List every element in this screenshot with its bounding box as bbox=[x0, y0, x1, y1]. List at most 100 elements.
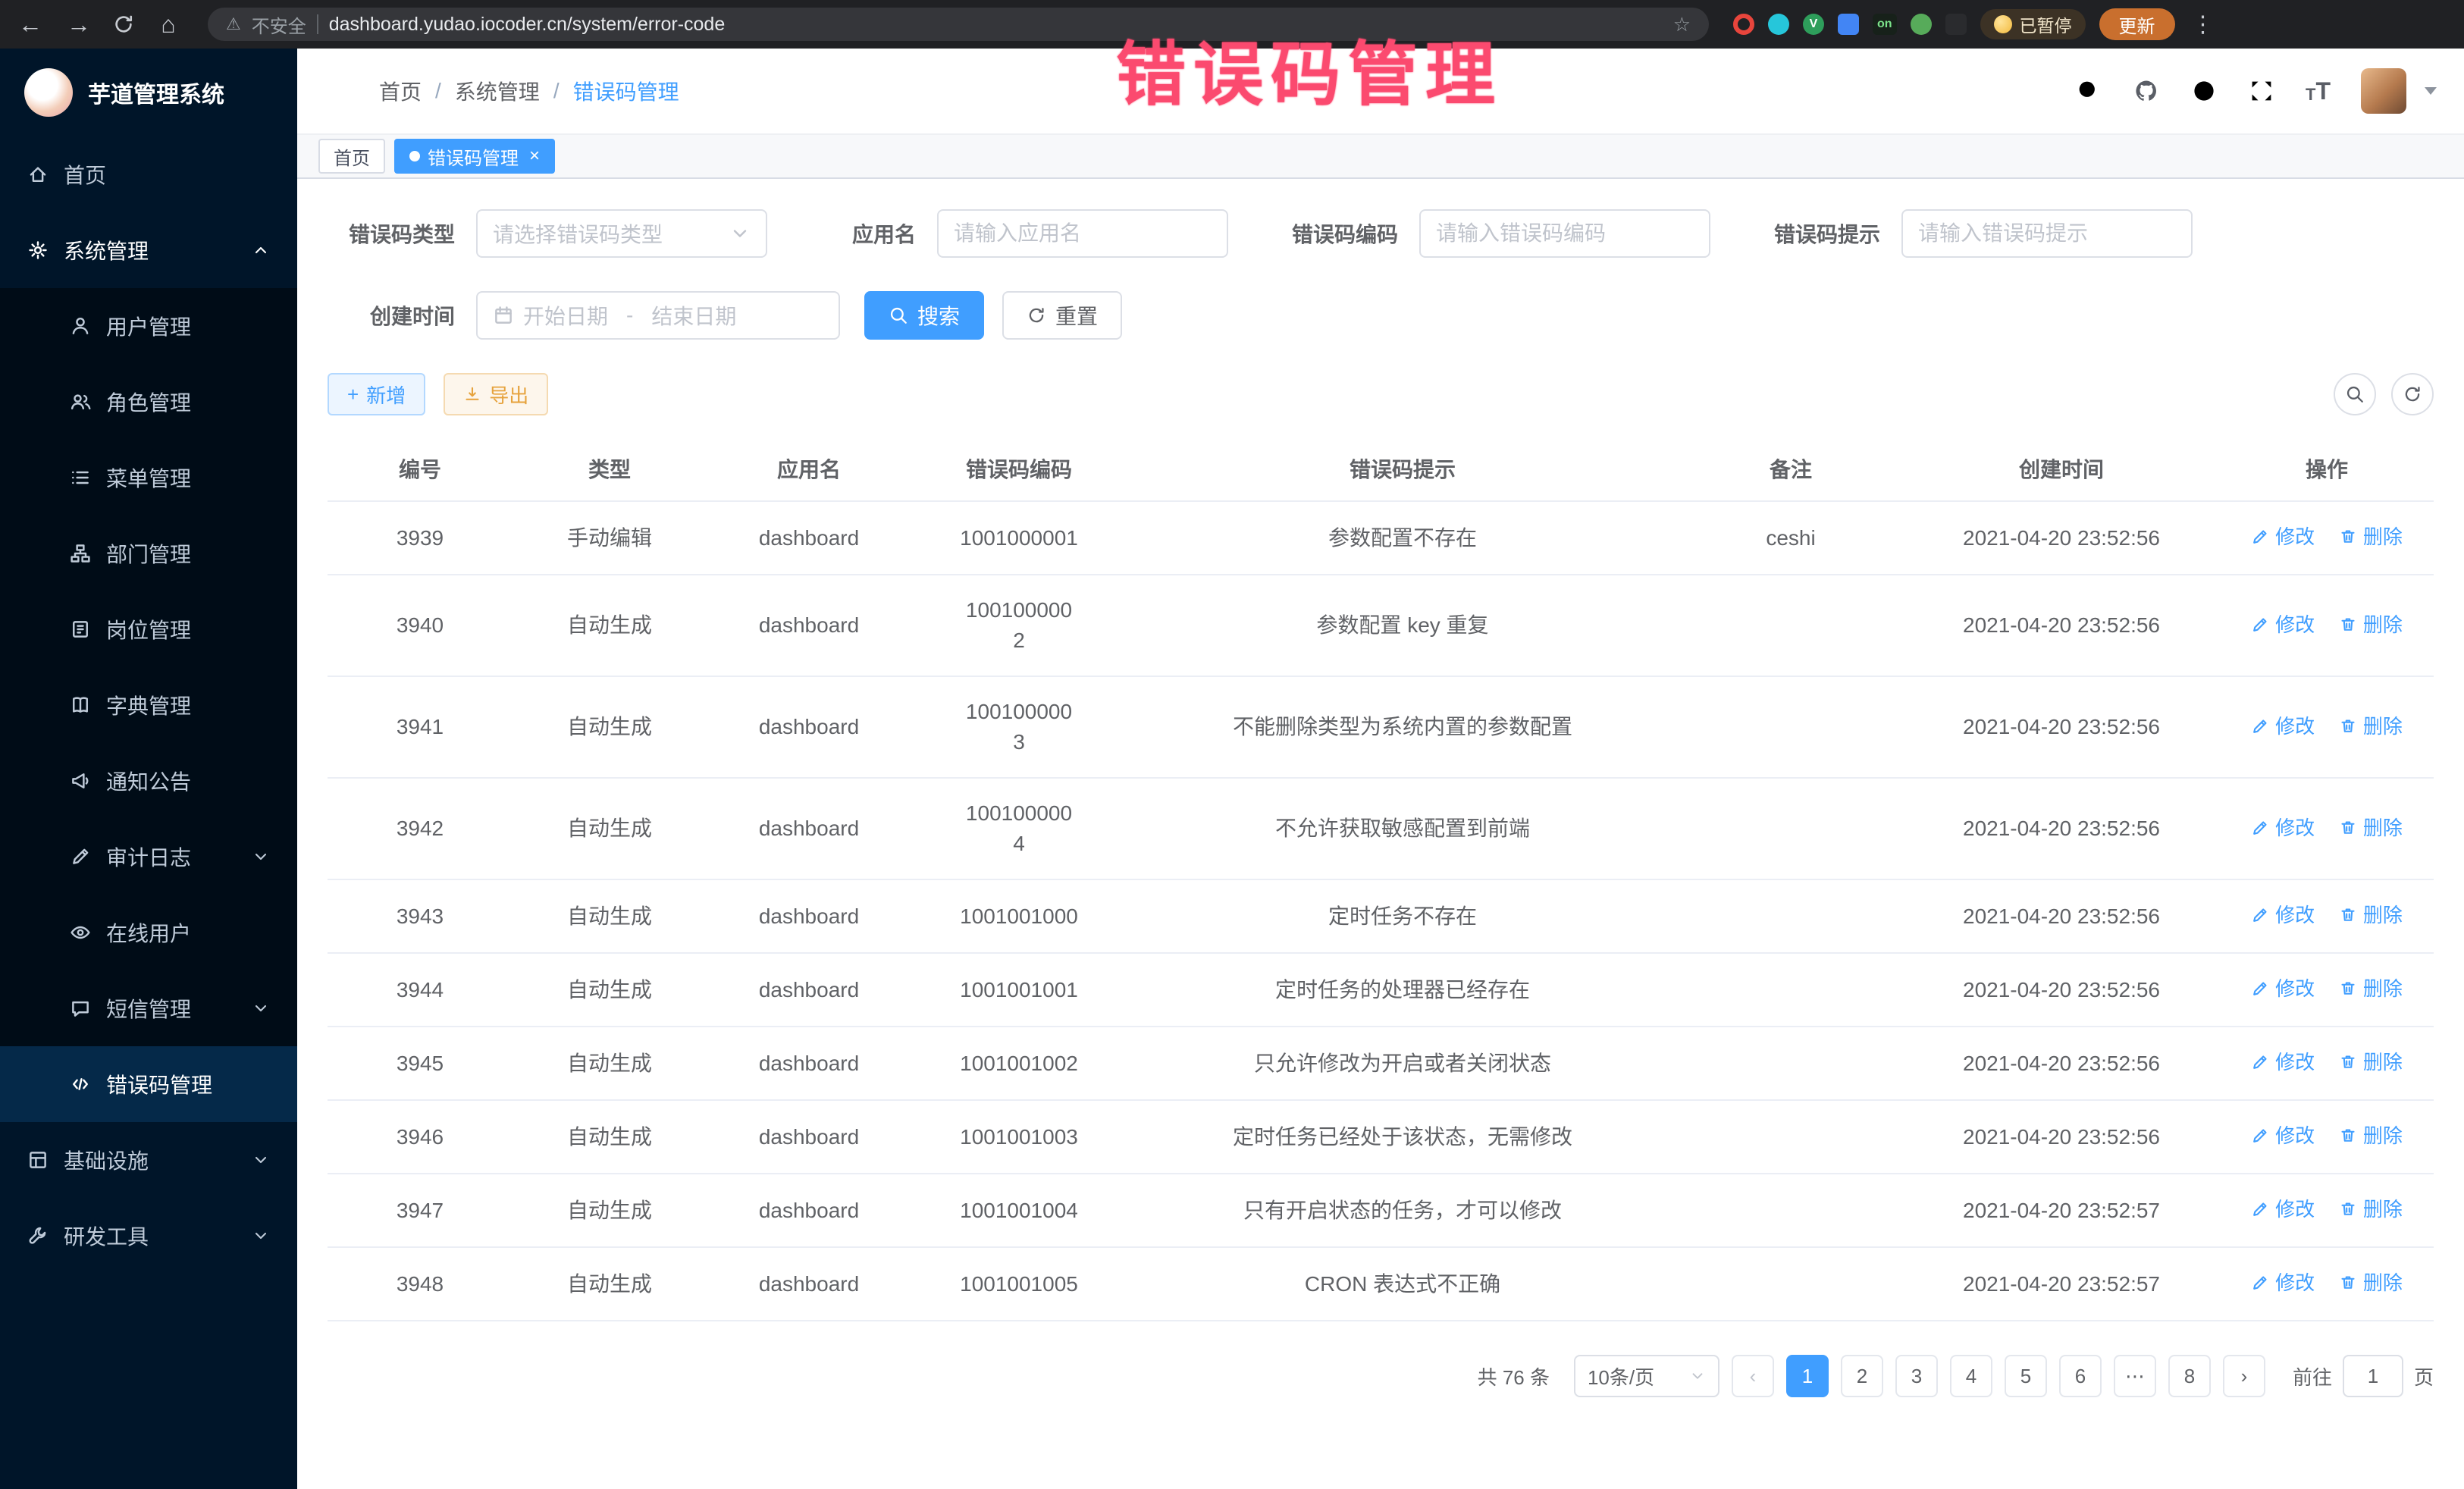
extension-icon-4[interactable] bbox=[1838, 14, 1859, 35]
help-icon[interactable] bbox=[2190, 77, 2218, 105]
page-button-8[interactable]: 8 bbox=[2168, 1355, 2211, 1397]
cell-time: 2021-04-20 23:52:57 bbox=[1903, 1174, 2220, 1247]
error-hint-input[interactable] bbox=[1918, 221, 2176, 246]
sidebar-item-announcements[interactable]: 通知公告 bbox=[0, 743, 297, 819]
page-button-4[interactable]: 4 bbox=[1950, 1355, 1992, 1397]
sidebar-item-positions[interactable]: 岗位管理 bbox=[0, 591, 297, 667]
col-actions: 操作 bbox=[2220, 437, 2434, 501]
extension-icon-3[interactable]: V bbox=[1803, 14, 1824, 35]
sidebar-item-departments[interactable]: 部门管理 bbox=[0, 516, 297, 591]
search-icon[interactable] bbox=[2075, 77, 2102, 105]
sidebar-item-audit-logs[interactable]: 审计日志 bbox=[0, 819, 297, 895]
col-type: 类型 bbox=[513, 437, 707, 501]
page-button-5[interactable]: 5 bbox=[2005, 1355, 2047, 1397]
next-page-button[interactable]: › bbox=[2223, 1355, 2265, 1397]
url-text[interactable]: dashboard.yudao.iocoder.cn/system/error-… bbox=[329, 14, 1663, 36]
avatar[interactable] bbox=[2361, 68, 2406, 114]
browser-menu-icon[interactable]: ⋮ bbox=[2192, 11, 2215, 38]
edit-link[interactable]: 修改 bbox=[2251, 1194, 2315, 1224]
edit-link[interactable]: 修改 bbox=[2251, 973, 2315, 1004]
delete-link[interactable]: 删除 bbox=[2339, 900, 2403, 930]
cell-type: 自动生成 bbox=[513, 778, 707, 879]
reload-icon[interactable] bbox=[112, 13, 135, 36]
sidebar-item-menus[interactable]: 菜单管理 bbox=[0, 440, 297, 516]
extension-icon-7[interactable] bbox=[1945, 14, 1967, 35]
extension-icon-6[interactable] bbox=[1911, 14, 1932, 35]
add-button[interactable]: + 新增 bbox=[328, 373, 425, 415]
tab-home[interactable]: 首页 bbox=[318, 139, 385, 174]
delete-link[interactable]: 删除 bbox=[2339, 973, 2403, 1004]
delete-link[interactable]: 删除 bbox=[2339, 1268, 2403, 1298]
app-name-input[interactable] bbox=[954, 221, 1212, 246]
github-icon[interactable] bbox=[2133, 77, 2160, 105]
delete-link[interactable]: 删除 bbox=[2339, 813, 2403, 843]
cell-remark bbox=[1679, 953, 1903, 1027]
page-button-1[interactable]: 1 bbox=[1786, 1355, 1829, 1397]
sidebar-item-home[interactable]: 首页 bbox=[0, 136, 297, 212]
fullscreen-icon[interactable] bbox=[2248, 77, 2275, 105]
tab-error-codes[interactable]: 错误码管理 × bbox=[394, 139, 555, 174]
search-button[interactable]: 搜索 bbox=[864, 291, 984, 340]
sidebar-item-error-codes[interactable]: 错误码管理 bbox=[0, 1046, 297, 1122]
close-icon[interactable]: × bbox=[529, 146, 540, 167]
sidebar-item-sms[interactable]: 短信管理 bbox=[0, 970, 297, 1046]
goto-page-input[interactable] bbox=[2343, 1355, 2403, 1397]
edit-link[interactable]: 修改 bbox=[2251, 610, 2315, 640]
error-type-select[interactable]: 请选择错误码类型 bbox=[476, 209, 767, 258]
page-button-2[interactable]: 2 bbox=[1841, 1355, 1883, 1397]
date-range-picker[interactable]: 开始日期 - 结束日期 bbox=[476, 291, 840, 340]
edit-link[interactable]: 修改 bbox=[2251, 1268, 2315, 1298]
edit-link[interactable]: 修改 bbox=[2251, 813, 2315, 843]
font-size-icon[interactable]: TT bbox=[2306, 79, 2331, 103]
sidebar-item-label: 菜单管理 bbox=[106, 462, 191, 493]
more-pages-button[interactable]: ⋯ bbox=[2114, 1355, 2156, 1397]
profile-paused-badge[interactable]: 已暂停 bbox=[1980, 9, 2086, 39]
breadcrumb-system[interactable]: 系统管理 bbox=[455, 76, 540, 106]
delete-link[interactable]: 删除 bbox=[2339, 1121, 2403, 1151]
extension-icon-1[interactable] bbox=[1733, 14, 1754, 35]
page-button-6[interactable]: 6 bbox=[2059, 1355, 2102, 1397]
sidebar-item-roles[interactable]: 角色管理 bbox=[0, 364, 297, 440]
hamburger-icon[interactable] bbox=[324, 76, 355, 106]
edit-link[interactable]: 修改 bbox=[2251, 522, 2315, 552]
edit-link[interactable]: 修改 bbox=[2251, 1121, 2315, 1151]
prev-page-button[interactable]: ‹ bbox=[1732, 1355, 1774, 1397]
breadcrumb-home[interactable]: 首页 bbox=[379, 76, 422, 106]
edit-link[interactable]: 修改 bbox=[2251, 900, 2315, 930]
edit-link[interactable]: 修改 bbox=[2251, 1047, 2315, 1077]
page-size-select[interactable]: 10条/页 bbox=[1574, 1355, 1719, 1397]
extension-icon-5[interactable]: on bbox=[1873, 14, 1897, 35]
avatar-chevron-down-icon[interactable] bbox=[2425, 87, 2437, 95]
chevron-up-icon bbox=[252, 241, 270, 259]
sidebar-item-dictionary[interactable]: 字典管理 bbox=[0, 667, 297, 743]
delete-link[interactable]: 删除 bbox=[2339, 711, 2403, 741]
page-button-3[interactable]: 3 bbox=[1895, 1355, 1938, 1397]
extension-icon-2[interactable] bbox=[1768, 14, 1789, 35]
browser-home-icon[interactable]: ⌂ bbox=[153, 11, 183, 39]
refresh-table-button[interactable] bbox=[2391, 373, 2434, 415]
address-bar[interactable]: ⚠ 不安全 dashboard.yudao.iocoder.cn/system/… bbox=[208, 8, 1709, 41]
sidebar-item-system[interactable]: 系统管理 bbox=[0, 212, 297, 288]
reset-button[interactable]: 重置 bbox=[1002, 291, 1122, 340]
sidebar-item-devtools[interactable]: 研发工具 bbox=[0, 1198, 297, 1274]
sidebar-item-infrastructure[interactable]: 基础设施 bbox=[0, 1122, 297, 1198]
error-code-input[interactable] bbox=[1436, 221, 1694, 246]
not-secure-label[interactable]: 不安全 bbox=[252, 11, 306, 38]
sidebar-item-online-users[interactable]: 在线用户 bbox=[0, 895, 297, 970]
toggle-search-button[interactable] bbox=[2334, 373, 2376, 415]
trash-icon bbox=[2339, 1053, 2357, 1071]
export-button[interactable]: 导出 bbox=[444, 373, 548, 415]
update-button[interactable]: 更新 bbox=[2099, 8, 2175, 40]
sidebar-item-users[interactable]: 用户管理 bbox=[0, 288, 297, 364]
forward-icon[interactable]: → bbox=[64, 11, 94, 39]
delete-link[interactable]: 删除 bbox=[2339, 610, 2403, 640]
breadcrumb-current[interactable]: 错误码管理 bbox=[573, 76, 679, 106]
edit-link[interactable]: 修改 bbox=[2251, 711, 2315, 741]
delete-link[interactable]: 删除 bbox=[2339, 1194, 2403, 1224]
cell-hint: 定时任务已经处于该状态，无需修改 bbox=[1127, 1100, 1679, 1174]
delete-link[interactable]: 删除 bbox=[2339, 1047, 2403, 1077]
back-icon[interactable]: ← bbox=[15, 11, 45, 39]
logo[interactable]: 芋道管理系统 bbox=[0, 49, 297, 136]
bookmark-star-icon[interactable]: ☆ bbox=[1673, 13, 1691, 36]
delete-link[interactable]: 删除 bbox=[2339, 522, 2403, 552]
